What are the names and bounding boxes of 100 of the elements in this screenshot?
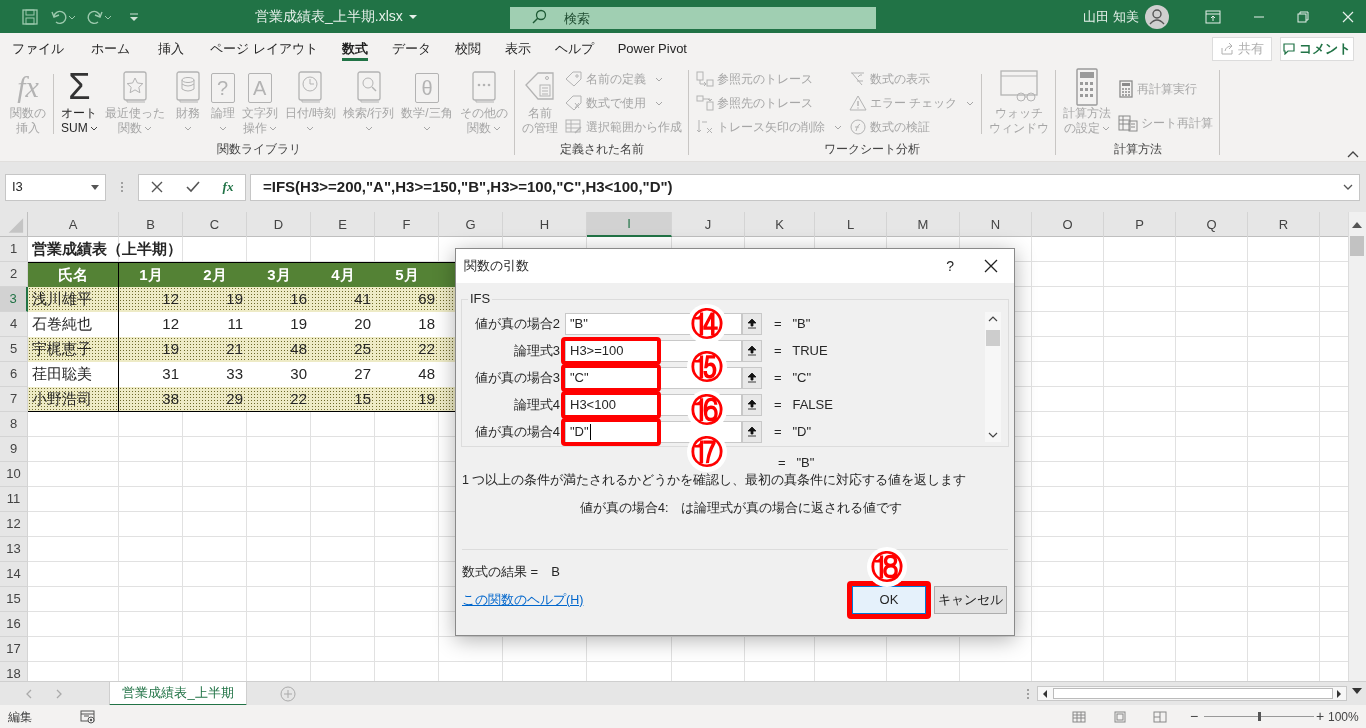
zoom-slider-thumb[interactable] [1258,712,1261,721]
ribbon-tab[interactable]: 校閲 [454,33,481,64]
macro-record-icon[interactable] [80,709,96,724]
ribbon-tab[interactable]: 挿入 [158,33,184,64]
dialog-button[interactable]: OK [852,586,926,614]
column-header[interactable]: R [1248,212,1320,237]
avatar-icon[interactable] [1145,4,1169,29]
row-header[interactable]: 5 [0,337,28,362]
scrollbar-thumb[interactable] [1053,688,1333,699]
row-header[interactable]: 11 [0,487,28,512]
scrollbar-thumb[interactable] [986,330,1000,346]
trace-arrow-icon [695,95,714,111]
customize-toolbar-icon[interactable] [128,10,140,23]
row-header[interactable]: 1 [0,237,28,262]
field-label: 論理式3 [512,341,561,360]
insert-function-button[interactable]: fx [222,177,234,197]
column-header[interactable]: O [1032,212,1104,237]
help-link[interactable]: この関数のヘルプ(H) [462,590,584,610]
table-pencil-icon [564,119,583,135]
row-header[interactable]: 14 [0,562,28,587]
column-header[interactable]: B [119,212,183,237]
formula-result: 数式の結果 = B [462,563,560,580]
caret-icon [306,126,315,131]
ribbon-tab[interactable]: データ [391,33,431,64]
ribbon-tab[interactable]: ヘルプ [554,33,594,64]
ribbon-tab[interactable]: ホーム [91,33,130,64]
drag-handle-icon[interactable] [120,181,124,193]
scroll-down-icon[interactable] [1352,688,1362,694]
column-header[interactable]: P [1104,212,1176,237]
collapse-dialog-button[interactable] [742,366,762,389]
file-name[interactable]: 営業成績表_上半期.xlsx [255,6,420,27]
collapse-dialog-button[interactable] [742,420,762,443]
scrollbar-thumb[interactable] [1350,236,1364,256]
column-header[interactable]: G [439,212,503,237]
comment-button[interactable]: コメント [1280,37,1354,61]
scroll-down-icon[interactable] [988,432,998,438]
expand-icon[interactable] [1343,184,1353,190]
column-header[interactable]: L [815,212,887,237]
scroll-up-icon[interactable] [1352,222,1362,228]
column-header[interactable]: N [960,212,1032,237]
row-header[interactable]: 12 [0,512,28,537]
page-layout-icon[interactable] [1113,711,1127,723]
table-cell: 15 [311,387,375,412]
ribbon-tab[interactable]: ファイル [12,33,64,64]
close-icon[interactable] [984,259,998,273]
row-header[interactable]: 15 [0,587,28,612]
table-cell: 38 [119,387,183,412]
row-header[interactable]: 6 [0,362,28,387]
column-header[interactable]: Q [1176,212,1248,237]
caret-icon [91,184,99,190]
row-header[interactable]: 18 [0,662,28,681]
normal-view-icon[interactable] [1072,711,1086,723]
show-formulas-icon [848,71,867,87]
sheet-tab[interactable]: 営業成績表_上半期 [109,681,247,706]
confirm-icon[interactable] [185,181,200,193]
scroll-up-icon[interactable] [988,316,998,322]
search-field[interactable]: 検索 [510,7,876,29]
column-header[interactable]: M [887,212,960,237]
ribbon-tab[interactable]: Power Pivot [617,33,687,64]
row-header[interactable]: 8 [0,412,28,437]
cancel-icon[interactable] [150,181,163,193]
column-header[interactable]: F [375,212,439,237]
collapse-ribbon-icon[interactable] [1347,150,1359,158]
column-header[interactable]: A [28,212,119,237]
row-header[interactable]: 7 [0,387,28,412]
collapse-dialog-button[interactable] [742,339,762,362]
drag-handle-icon[interactable] [1026,688,1030,700]
column-header[interactable]: K [745,212,815,237]
row-header[interactable]: 16 [0,612,28,637]
row-header[interactable]: 4 [0,312,28,337]
zoom-out-button[interactable]: − [1190,707,1199,725]
save-icon[interactable] [21,7,39,26]
group-label: 関数ライブラリ [215,141,302,158]
ribbon-tab[interactable]: 表示 [504,33,531,64]
formula-field[interactable]: =IFS(H3>=200,"A",H3>=150,"B",H3>=100,"C",H3<100,"D") [250,173,1360,201]
row-header[interactable]: 10 [0,462,28,487]
collapse-dialog-button[interactable] [742,393,762,416]
column-header[interactable]: I [587,212,672,237]
ribbon-button[interactable]: Σ オート SUM [58,68,101,142]
dialog-button[interactable]: キャンセル [934,586,1007,614]
row-header[interactable]: 2 [0,262,28,287]
table-cell: 19 [183,287,247,312]
collapse-dialog-button[interactable] [742,312,762,335]
column-header[interactable]: C [183,212,247,237]
name-box[interactable]: I3 [5,173,106,201]
column-header[interactable]: J [672,212,745,237]
zoom-in-button[interactable]: + [1316,707,1325,725]
row-header[interactable]: 9 [0,437,28,462]
ribbon-display-icon[interactable] [1205,9,1221,24]
column-header[interactable]: E [311,212,375,237]
restore-icon[interactable] [1297,10,1309,23]
help-button[interactable]: ? [946,255,954,277]
column-header[interactable]: D [247,212,311,237]
field-label: 値が真の場合2 [473,314,561,333]
ribbon-tab[interactable]: 数式 [341,33,368,64]
ribbon-tab[interactable]: ページ レイアウト [210,33,318,64]
row-header[interactable]: 17 [0,637,28,662]
row-header[interactable]: 3 [0,287,28,312]
row-header[interactable]: 13 [0,537,28,562]
page-break-icon[interactable] [1153,711,1167,723]
